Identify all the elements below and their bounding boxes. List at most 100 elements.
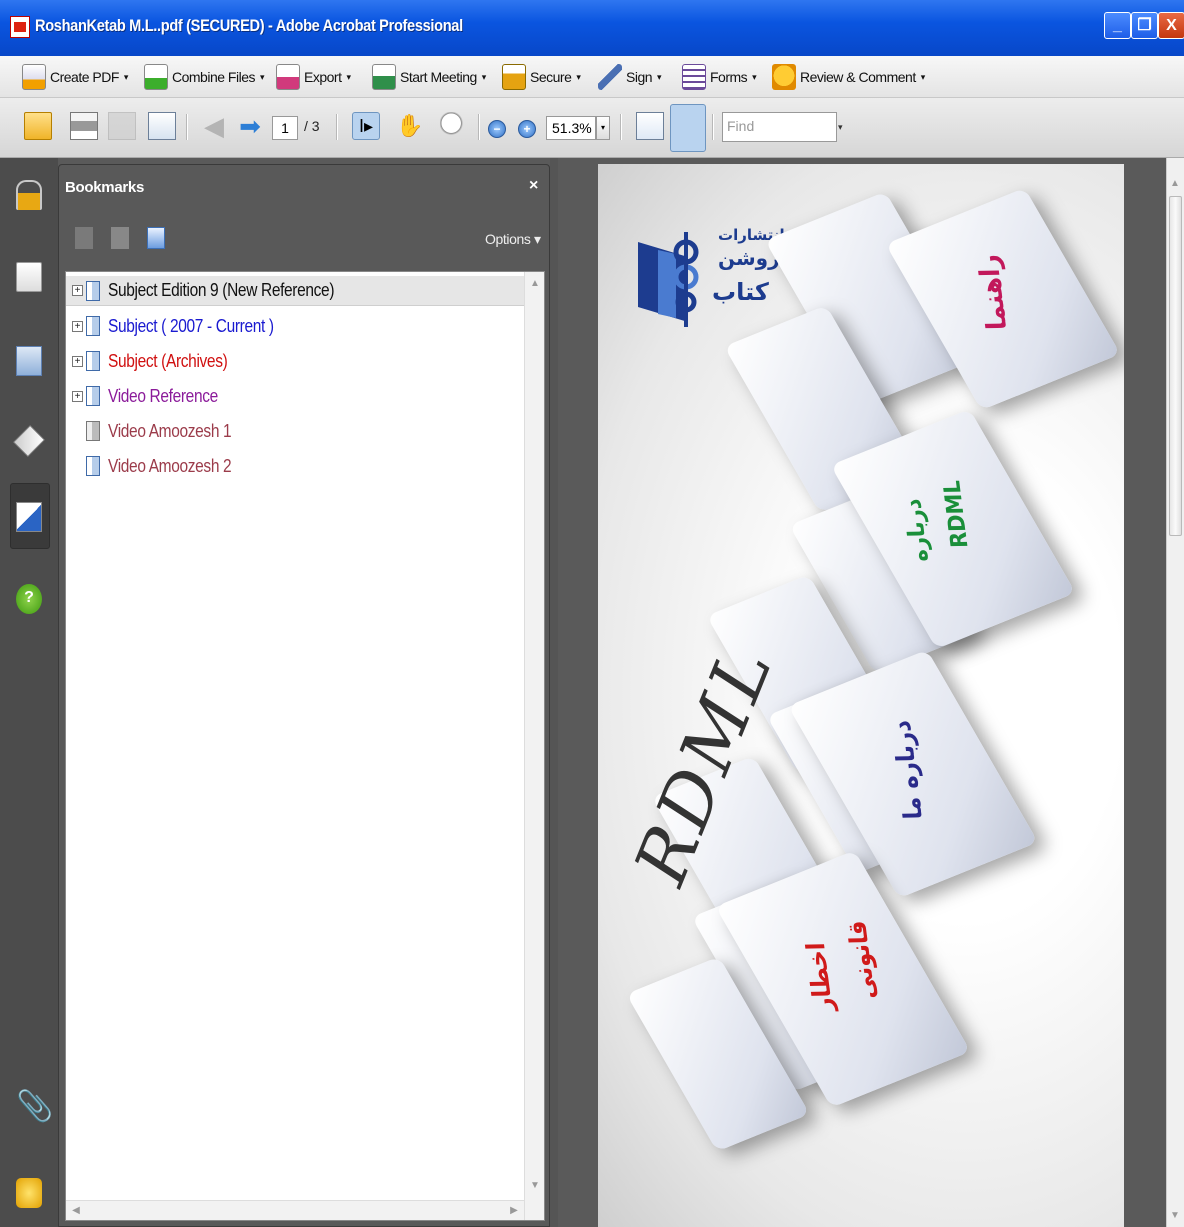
about-us-label: درباره ما [886,719,929,820]
print-icon[interactable] [70,112,98,140]
chevron-down-icon: ▾ [657,71,662,82]
toolbar-separator [336,114,338,140]
title-bar: RoshanKetab M.L..pdf (SECURED) - Adobe A… [0,0,1184,56]
attachments-icon[interactable]: 📎 [16,1092,53,1122]
fit-width-icon[interactable] [636,112,664,140]
delete-bookmark-icon[interactable] [75,227,93,249]
zoom-level-input[interactable]: 51.3% [546,116,596,140]
sign-button[interactable]: Sign ▾ [598,62,662,92]
expand-plus-icon[interactable]: + [72,285,83,296]
caduceus-logo-icon [638,232,699,327]
document-properties-icon[interactable] [148,112,176,140]
page-total: / 3 [304,118,320,134]
options-label: Options [485,231,531,247]
chevron-down-icon: ▾ [752,71,757,82]
bookmarks-icon[interactable] [16,346,42,376]
layers-icon[interactable] [13,425,45,457]
save-icon[interactable] [108,112,136,140]
window-title: RoshanKetab M.L..pdf (SECURED) - Adobe A… [35,16,463,35]
bookmark-item[interactable]: + Subject ( 2007 - Current ) [66,311,524,341]
pages-icon[interactable] [16,262,42,292]
zoom-out-icon[interactable]: − [488,120,506,138]
review-comment-button[interactable]: Review & Comment ▾ [772,62,925,92]
bookmark-label: Subject Edition 9 (New Reference) [108,280,335,300]
comments-icon[interactable] [16,1178,42,1208]
create-pdf-label: Create PDF [50,69,119,85]
secure-button[interactable]: Secure ▾ [502,62,581,92]
find-input[interactable]: Find [722,112,837,142]
combine-files-label: Combine Files [172,69,255,85]
acrobat-app-icon[interactable] [10,16,30,38]
review-comment-label: Review & Comment [800,69,916,85]
new-bookmark-icon[interactable] [111,227,129,249]
bookmark-tree: ▲ ▼ ◀ ▶ + Subject Edition 9 (New Referenc… [65,271,545,1221]
chevron-down-icon: ▾ [259,71,265,82]
maximize-button[interactable]: ❐ [1131,12,1158,39]
legal-notice-label-2: قانونی [841,920,882,999]
create-pdf-button[interactable]: Create PDF ▾ [22,62,128,92]
restore-icon: ❐ [1137,17,1152,34]
next-page-icon[interactable]: ➡ [236,112,264,140]
minimize-button[interactable]: _ [1104,12,1131,39]
combine-files-icon [144,64,168,90]
bookmark-icon [86,280,100,301]
start-meeting-button[interactable]: Start Meeting ▾ [372,62,486,92]
expand-bookmark-icon[interactable] [147,227,165,249]
scroll-down-icon[interactable]: ▼ [1167,1208,1183,1224]
about-rdml-label-2: RDML [939,480,974,549]
zoom-dropdown[interactable]: ▾ [596,116,610,140]
find-dropdown-icon[interactable]: ▾ [838,122,843,133]
close-icon: X [1166,17,1177,34]
toolbar-separator [712,114,714,140]
bookmark-icon [86,351,100,371]
hand-tool-icon[interactable]: ✋ [396,112,424,140]
forms-button[interactable]: Forms ▾ [682,62,757,92]
open-folder-icon[interactable] [24,112,52,140]
bookmark-item[interactable]: Video Amoozesh 1 [66,416,524,446]
forms-icon [682,64,706,90]
pane-splitter[interactable] [550,158,558,1227]
forms-label: Forms [710,69,748,85]
sign-label: Sign [626,69,653,85]
signatures-icon[interactable] [16,502,42,532]
close-icon[interactable]: × [529,177,538,195]
scroll-up-icon[interactable]: ▲ [527,276,543,292]
secure-label: Secure [530,69,572,85]
roshan-ketab-logo: انتشارات روشن کتاب [638,222,785,327]
scroll-left-icon[interactable]: ◀ [68,1203,84,1219]
expand-plus-icon[interactable]: + [72,390,83,402]
expand-plus-icon[interactable]: + [72,320,83,332]
bookmark-icon [86,456,100,476]
select-text-tool-icon[interactable]: I▸ [352,112,380,140]
scroll-up-icon[interactable]: ▲ [1167,176,1183,192]
bookmark-icon [86,316,100,336]
scroll-down-icon[interactable]: ▼ [527,1178,543,1194]
expand-plus-icon[interactable]: + [72,355,83,367]
fit-page-button[interactable] [670,104,706,152]
bookmarks-vertical-scrollbar[interactable]: ▲ ▼ [524,272,544,1220]
marquee-zoom-icon[interactable] [440,112,468,140]
bookmarks-horizontal-scrollbar[interactable]: ◀ ▶ [66,1200,524,1220]
chevron-down-icon: ▾ [346,71,351,82]
bookmark-label: Subject ( 2007 - Current ) [108,315,274,336]
export-button[interactable]: Export ▾ [276,62,351,92]
toolbar-separator [478,114,480,140]
page-number-input[interactable]: 1 [272,116,298,140]
bookmark-label: Subject (Archives) [108,350,228,371]
bookmark-item[interactable]: + Video Reference [66,381,524,411]
start-meeting-label: Start Meeting [400,69,477,85]
bookmark-item[interactable]: + Subject (Archives) [66,346,524,376]
navigation-pane: ? 📎 [0,158,58,1227]
bookmark-item[interactable]: Video Amoozesh 2 [66,451,524,481]
help-icon[interactable]: ? [16,584,42,614]
previous-page-icon[interactable]: ◀ [200,112,228,140]
combine-files-button[interactable]: Combine Files ▾ [144,62,265,92]
zoom-in-icon[interactable]: + [518,120,536,138]
security-lock-icon[interactable] [16,180,42,210]
options-menu[interactable]: Options ▾ [485,231,541,248]
legal-notice-label-1: اخطار [800,942,839,1011]
close-button[interactable]: X [1158,12,1184,39]
bookmark-item[interactable]: + Subject Edition 9 (New Reference) [66,276,524,306]
scroll-right-icon[interactable]: ▶ [506,1203,522,1219]
scrollbar-thumb[interactable] [1169,196,1182,536]
